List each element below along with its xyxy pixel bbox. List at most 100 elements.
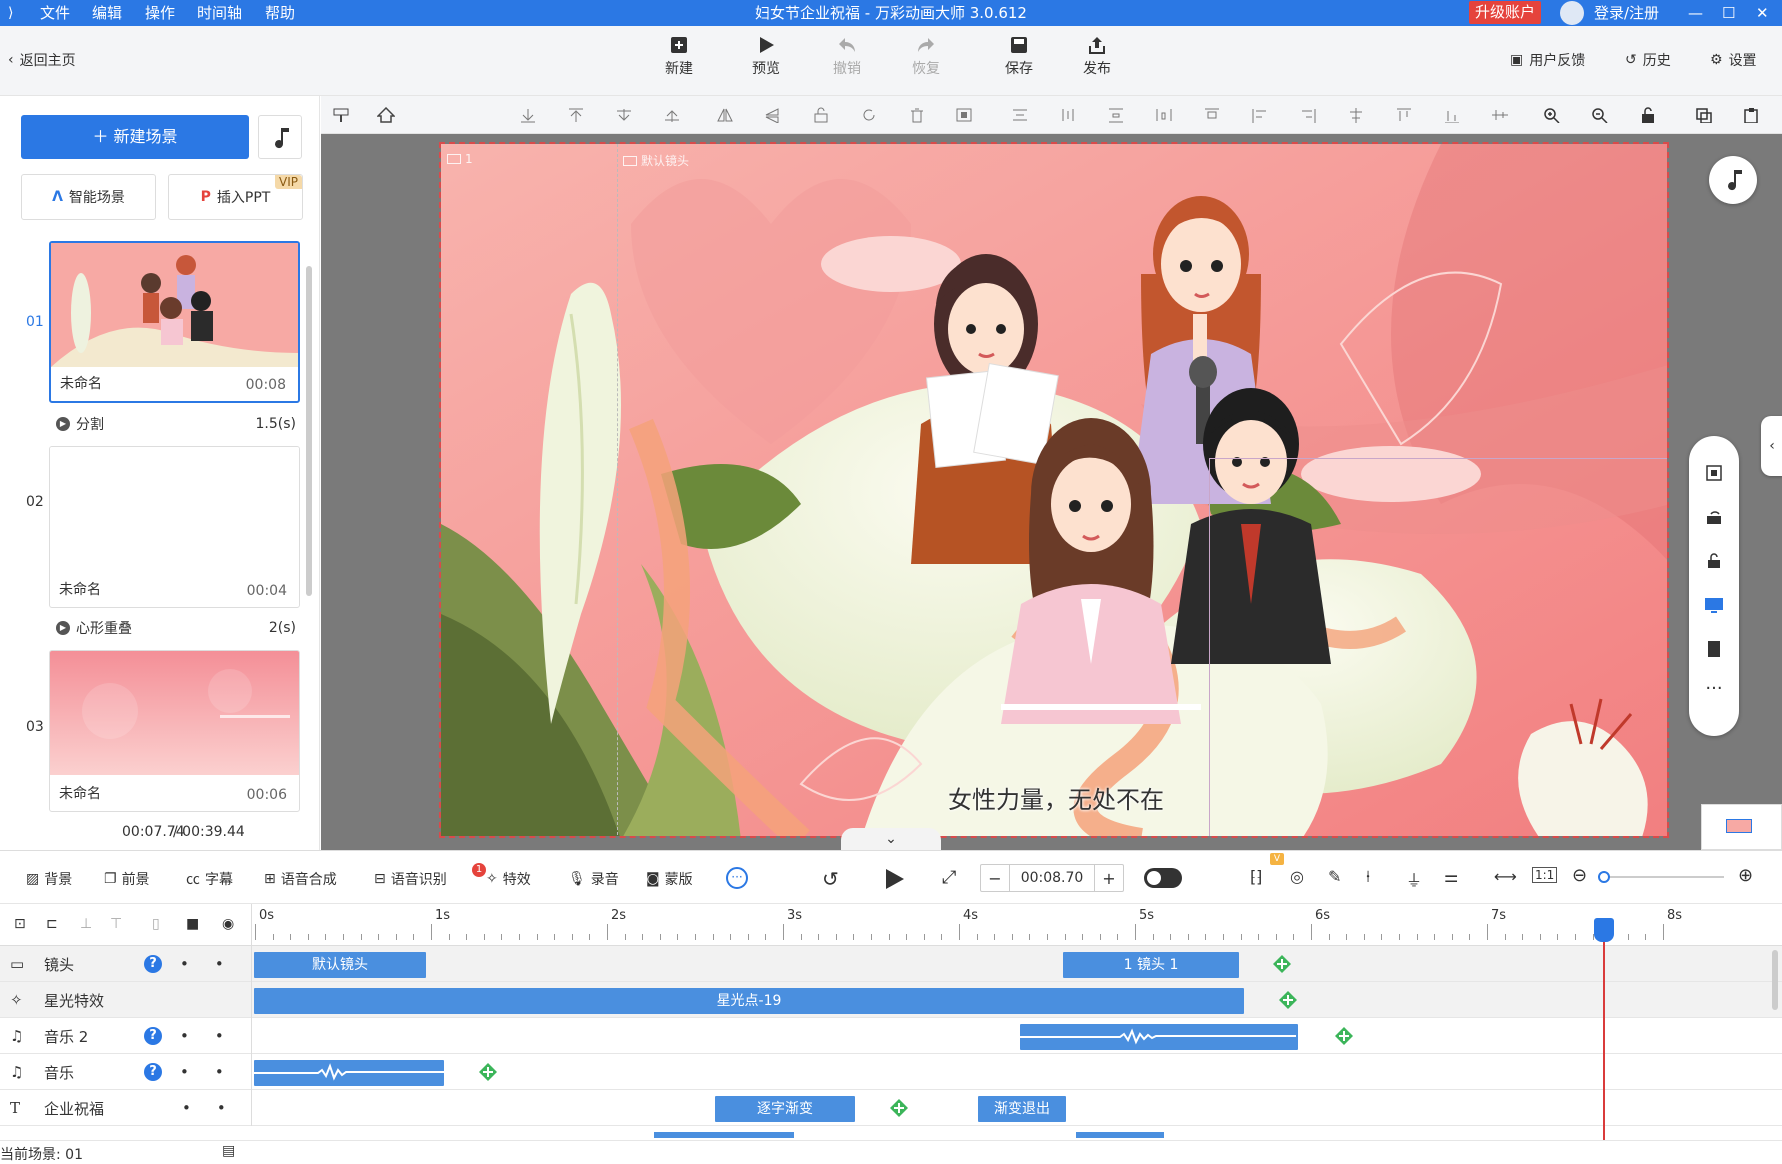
login-link[interactable]: 登录/注册	[1594, 0, 1659, 26]
dot-icon[interactable]: •	[215, 1063, 224, 1081]
dot-icon[interactable]: •	[217, 1099, 226, 1117]
flip-vertical-icon[interactable]	[764, 107, 782, 123]
clip-partial[interactable]	[654, 1132, 794, 1138]
publish-button[interactable]: 发布	[1070, 36, 1124, 78]
scene-name[interactable]: 未命名	[59, 783, 101, 803]
add-keyframe-icon[interactable]	[1334, 1026, 1354, 1046]
menu-help[interactable]: 帮助	[265, 0, 295, 26]
help-icon[interactable]: ?	[144, 955, 162, 973]
delete-icon[interactable]	[908, 107, 926, 123]
align-hcenter-icon[interactable]	[1347, 107, 1365, 123]
add-keyframe-icon[interactable]	[1278, 990, 1298, 1010]
clip[interactable]: 1 镜头 1	[1063, 952, 1239, 978]
new-button[interactable]: 新建	[652, 36, 706, 78]
distribute-horizontal-icon[interactable]	[1155, 107, 1173, 123]
undo-button[interactable]: 撤销	[820, 36, 874, 78]
align-top-icon[interactable]	[1395, 107, 1413, 123]
filter-icon[interactable]: ⏚	[1406, 867, 1422, 891]
dot-icon[interactable]: •	[182, 1099, 191, 1117]
eye-icon[interactable]: ◉	[222, 916, 234, 932]
edit-icon[interactable]: ✎	[1328, 867, 1341, 886]
minimap[interactable]	[1701, 804, 1782, 850]
minus-icon[interactable]: −	[981, 869, 1009, 888]
background-music-button[interactable]	[1709, 156, 1757, 204]
align-right-icon[interactable]	[1299, 107, 1317, 123]
adjust-icon[interactable]: ⚌	[1444, 867, 1458, 886]
align-vcenter-icon[interactable]	[1491, 107, 1509, 123]
dot-icon[interactable]: •	[180, 1027, 189, 1045]
align-left-icon[interactable]	[1251, 107, 1269, 123]
foreground-button[interactable]: ❐ 前景	[104, 869, 150, 889]
help-icon[interactable]: ?	[144, 1027, 162, 1045]
flip-horizontal-icon[interactable]	[716, 107, 734, 123]
status-icon[interactable]: ▤	[222, 1143, 474, 1159]
split-icon[interactable]: ⍿	[1366, 867, 1370, 887]
camera-snapshot-icon[interactable]: ◎	[1290, 867, 1304, 886]
time-value[interactable]: 00:08.70	[1009, 865, 1095, 891]
zoom-in-timeline-icon[interactable]: ⊕	[1738, 865, 1753, 886]
scene-card-1[interactable]: 未命名 00:08	[49, 241, 300, 403]
scene-list-scrollbar[interactable]	[306, 266, 312, 596]
bracket-icon[interactable]: ⁅⁆	[1250, 867, 1262, 886]
fit-width-icon[interactable]: ⟷	[1494, 867, 1517, 886]
audio-clip[interactable]	[1020, 1024, 1298, 1050]
more-tools-icon[interactable]: ···	[726, 867, 748, 889]
distribute-vertical-icon[interactable]	[1107, 107, 1125, 123]
dot-icon[interactable]: •	[215, 1027, 224, 1045]
move-down-track-icon[interactable]: ⊥	[80, 916, 92, 932]
zoom-slider[interactable]	[1598, 871, 1724, 883]
playhead-handle[interactable]	[1594, 918, 1614, 942]
lock-open-icon[interactable]	[812, 107, 830, 123]
time-ruler[interactable]: 0s 1s 2s 3s 4s 5s 6s 7s 8s	[253, 904, 1782, 946]
maximize-icon[interactable]: ☐	[1722, 0, 1735, 26]
lock-track-icon[interactable]: ■	[186, 916, 199, 932]
toggle-switch[interactable]	[1144, 868, 1182, 888]
fullscreen-icon[interactable]: ⤢	[942, 867, 956, 888]
track-name[interactable]: 星光特效	[44, 990, 144, 1011]
subtitle-text[interactable]: 女性力量，无处不在	[441, 780, 1667, 815]
track-name[interactable]: 音乐 2	[44, 1026, 144, 1047]
scene-name[interactable]: 未命名	[59, 579, 101, 599]
scene-name[interactable]: 未命名	[60, 373, 102, 393]
home-icon[interactable]	[377, 107, 395, 123]
folder-icon[interactable]: ⊏	[46, 916, 58, 932]
menu-timeline[interactable]: 时间轴	[197, 0, 242, 26]
tts-button[interactable]: ⊞ 语音合成	[264, 869, 337, 889]
audio-clip[interactable]	[254, 1060, 444, 1086]
menu-file[interactable]: 文件	[40, 0, 70, 26]
track-name[interactable]: 音乐	[44, 1062, 144, 1083]
zoom-out-timeline-icon[interactable]: ⊖	[1572, 865, 1587, 886]
scene-music-button[interactable]	[258, 115, 302, 159]
minimize-icon[interactable]: —	[1688, 0, 1703, 26]
dot-icon[interactable]: •	[180, 955, 189, 973]
track-name[interactable]: 镜头	[44, 954, 144, 975]
format-painter-icon[interactable]	[333, 107, 351, 123]
align-top-edge-icon[interactable]	[1203, 107, 1221, 123]
ratio-icon[interactable]: 1:1	[1532, 867, 1558, 883]
smart-scene-button[interactable]: Ʌ 智能场景	[21, 174, 156, 220]
back-home-link[interactable]: ‹ 返回主页	[8, 50, 76, 70]
record-button[interactable]: 🎙︎ 录音	[568, 869, 619, 889]
clip[interactable]: 渐变退出	[978, 1096, 1066, 1122]
play-icon[interactable]	[884, 868, 904, 890]
add-keyframe-icon[interactable]	[478, 1062, 498, 1082]
history-link[interactable]: ↺ 历史	[1625, 50, 1671, 70]
move-up-icon[interactable]	[663, 107, 681, 123]
lock-open-icon[interactable]	[1705, 552, 1723, 570]
move-down-icon[interactable]	[615, 107, 633, 123]
new-scene-button[interactable]: ＋ 新建场景	[21, 115, 249, 159]
transition-item[interactable]: ▶ 分割 1.5(s)	[56, 414, 296, 434]
add-keyframe-icon[interactable]	[1272, 954, 1292, 974]
timeline-scrollbar[interactable]	[1772, 950, 1778, 1010]
dot-icon[interactable]: •	[215, 955, 224, 973]
lock-icon[interactable]	[1639, 107, 1657, 123]
align-center-icon[interactable]	[1011, 107, 1029, 123]
dot-icon[interactable]: •	[180, 1063, 189, 1081]
zoom-in-icon[interactable]	[1543, 107, 1561, 123]
upgrade-button[interactable]: 升级账户	[1469, 1, 1541, 24]
collapse-timeline-button[interactable]: ⌄	[841, 828, 941, 850]
zoom-slider-handle[interactable]	[1598, 871, 1610, 883]
align-bottom-icon[interactable]	[1443, 107, 1461, 123]
insert-ppt-button[interactable]: P 插入PPT VIP	[168, 174, 303, 220]
rotate-icon[interactable]	[860, 107, 878, 123]
